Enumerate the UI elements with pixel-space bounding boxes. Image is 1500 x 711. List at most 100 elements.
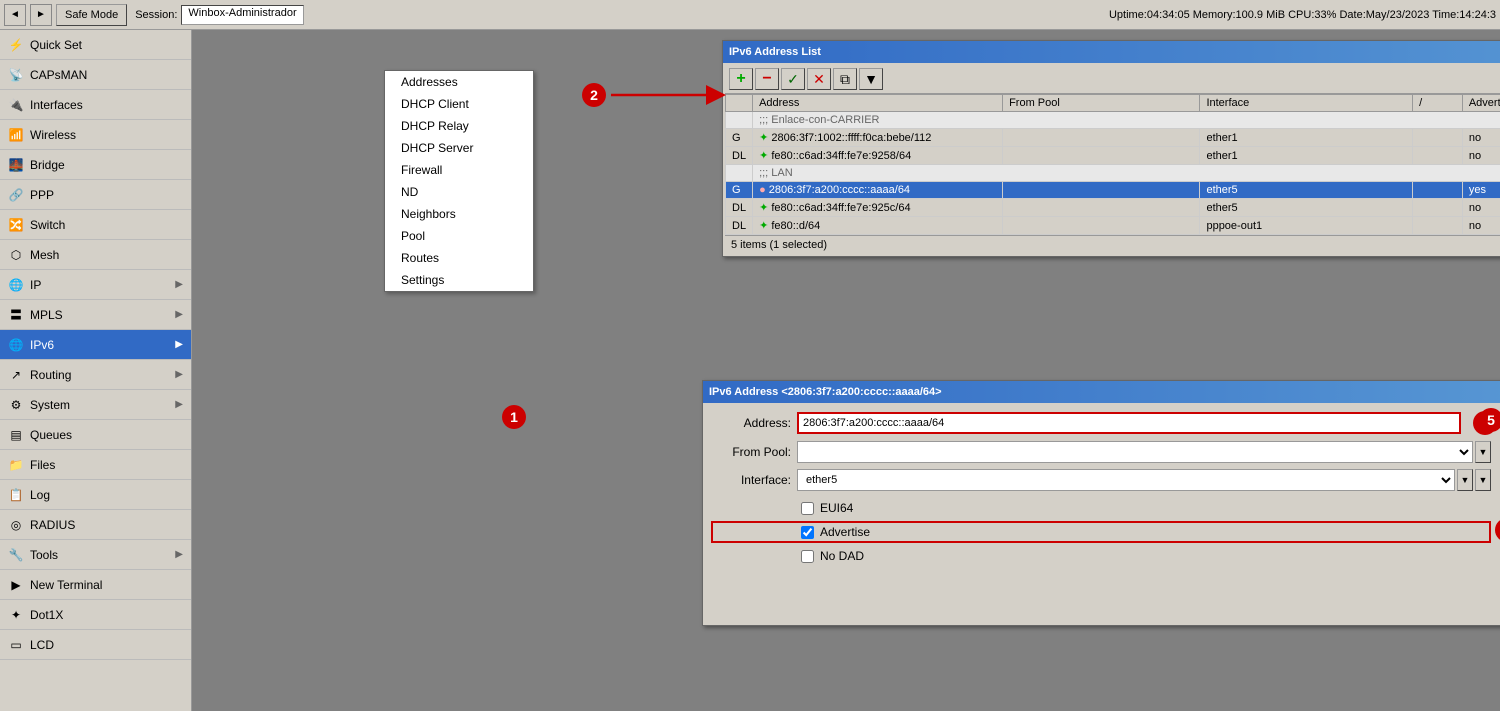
- from-pool-row: From Pool: ▼: [711, 441, 1491, 463]
- sidebar-label-lcd: LCD: [30, 638, 54, 652]
- ppp-icon: 🔗: [8, 187, 24, 203]
- col-header-address: Address: [753, 95, 1003, 112]
- eui64-row: EUI64: [711, 501, 1491, 515]
- slash-cell: [1413, 217, 1463, 235]
- interface-cell: ether1: [1200, 129, 1413, 147]
- sidebar-item-interfaces[interactable]: 🔌 Interfaces: [0, 90, 191, 120]
- col-header-advertise: Advertise: [1462, 95, 1500, 112]
- address-dialog-content: Address: 3 From Pool:: [703, 403, 1500, 625]
- safe-mode-button[interactable]: Safe Mode: [56, 4, 127, 26]
- sidebar-label-interfaces: Interfaces: [30, 98, 83, 112]
- menu-item-dhcp-server[interactable]: DHCP Server: [385, 137, 533, 159]
- no-dad-checkbox[interactable]: [801, 550, 814, 563]
- sidebar-label-files: Files: [30, 458, 55, 472]
- sidebar-label-new-terminal: New Terminal: [30, 578, 102, 592]
- sidebar-item-switch[interactable]: 🔀 Switch: [0, 210, 191, 240]
- interface-select[interactable]: ether5: [797, 469, 1455, 491]
- comment-toolbar-button[interactable]: ⧉: [833, 68, 857, 90]
- address-cell: ✦ fe80::d/64: [753, 217, 1003, 235]
- sidebar-label-mpls: MPLS: [30, 308, 63, 322]
- wireless-icon: 📶: [8, 127, 24, 143]
- forward-button[interactable]: ►: [30, 4, 52, 26]
- tools-icon: 🔧: [8, 547, 24, 563]
- sidebar-label-ip: IP: [30, 278, 41, 292]
- menu-item-dhcp-client[interactable]: DHCP Client: [385, 93, 533, 115]
- quick-set-icon: ⚡: [8, 37, 24, 53]
- sidebar-label-log: Log: [30, 488, 50, 502]
- menu-item-dhcp-relay[interactable]: DHCP Relay: [385, 115, 533, 137]
- interface-select-wrapper: ether5 ▼ ▼: [797, 469, 1491, 491]
- sidebar-label-system: System: [30, 398, 70, 412]
- sidebar-item-bridge[interactable]: 🌉 Bridge: [0, 150, 191, 180]
- interface-detail-btn[interactable]: ▼: [1475, 469, 1491, 491]
- menu-item-firewall[interactable]: Firewall: [385, 159, 533, 181]
- lcd-icon: ▭: [8, 637, 24, 653]
- add-address-button[interactable]: +: [729, 68, 753, 90]
- advertise-cell: yes: [1462, 182, 1500, 199]
- capsman-icon: 📡: [8, 67, 24, 83]
- table-row[interactable]: G ✦ 2806:3f7:1002::ffff:f0ca:bebe/112 et…: [726, 129, 1500, 147]
- sidebar-item-ppp[interactable]: 🔗 PPP: [0, 180, 191, 210]
- ip-icon: 🌐: [8, 277, 24, 293]
- sidebar-item-routing[interactable]: ↗ Routing ▶: [0, 360, 191, 390]
- filter-button[interactable]: ▼: [859, 68, 883, 90]
- system-arrow-icon: ▶: [175, 399, 183, 410]
- table-row[interactable]: DL ✦ fe80::d/64 pppoe-out1 no: [726, 217, 1500, 235]
- slash-cell: [1413, 147, 1463, 165]
- from-pool-select[interactable]: [797, 441, 1473, 463]
- interface-dropdown-btn[interactable]: ▼: [1457, 469, 1473, 491]
- files-icon: 📁: [8, 457, 24, 473]
- sidebar-item-dot1x[interactable]: ✦ Dot1X: [0, 600, 191, 630]
- table-row[interactable]: DL ✦ fe80::c6ad:34ff:fe7e:9258/64 ether1…: [726, 147, 1500, 165]
- table-row: ;;; Enlace-con-CARRIER: [726, 112, 1500, 129]
- sidebar-item-radius[interactable]: ◎ RADIUS: [0, 510, 191, 540]
- remove-address-button[interactable]: −: [755, 68, 779, 90]
- sidebar-item-ip[interactable]: 🌐 IP ▶: [0, 270, 191, 300]
- advertise-label: Advertise: [820, 525, 870, 539]
- advertise-checkbox[interactable]: [801, 526, 814, 539]
- sidebar-item-quick-set[interactable]: ⚡ Quick Set: [0, 30, 191, 60]
- sidebar-item-new-terminal[interactable]: ▶ New Terminal: [0, 570, 191, 600]
- sidebar-item-capsman[interactable]: 📡 CAPsMAN: [0, 60, 191, 90]
- menu-item-addresses[interactable]: Addresses: [385, 71, 533, 93]
- flag-cell: [726, 112, 753, 129]
- system-icon: ⚙: [8, 397, 24, 413]
- advertise-cell: no: [1462, 129, 1500, 147]
- pool-cell: [1003, 182, 1200, 199]
- col-header-interface: Interface: [1200, 95, 1413, 112]
- menu-item-routes[interactable]: Routes: [385, 247, 533, 269]
- eui64-checkbox[interactable]: [801, 502, 814, 515]
- disable-button[interactable]: ✕: [807, 68, 831, 90]
- back-button[interactable]: ◄: [4, 4, 26, 26]
- enable-button[interactable]: ✓: [781, 68, 805, 90]
- sidebar-item-files[interactable]: 📁 Files: [0, 450, 191, 480]
- sidebar-item-system[interactable]: ⚙ System ▶: [0, 390, 191, 420]
- sidebar-item-log[interactable]: 📋 Log: [0, 480, 191, 510]
- sidebar-item-wireless[interactable]: 📶 Wireless: [0, 120, 191, 150]
- sidebar-item-mpls[interactable]: 〓 MPLS ▶: [0, 300, 191, 330]
- from-pool-dropdown-btn[interactable]: ▼: [1475, 441, 1491, 463]
- sidebar-item-tools[interactable]: 🔧 Tools ▶: [0, 540, 191, 570]
- eui64-label: EUI64: [820, 501, 853, 515]
- address-input[interactable]: [797, 412, 1461, 434]
- menu-item-neighbors[interactable]: Neighbors: [385, 203, 533, 225]
- flag-cell: G: [726, 182, 753, 199]
- sidebar-item-mesh[interactable]: ⬡ Mesh: [0, 240, 191, 270]
- session-value: Winbox-Administrador: [181, 5, 303, 25]
- table-row[interactable]: DL ✦ fe80::c6ad:34ff:fe7e:925c/64 ether5…: [726, 199, 1500, 217]
- slash-cell: [1413, 129, 1463, 147]
- ipv6-arrow-icon: ▶: [175, 339, 183, 350]
- sidebar-item-ipv6[interactable]: 🌐 IPv6 ▶: [0, 330, 191, 360]
- table-row[interactable]: G ● 2806:3f7:a200:cccc::aaaa/64 ether5 y…: [726, 182, 1500, 199]
- sidebar-label-radius: RADIUS: [30, 518, 75, 532]
- slash-cell: [1413, 182, 1463, 199]
- menu-item-pool[interactable]: Pool: [385, 225, 533, 247]
- menu-item-nd[interactable]: ND: [385, 181, 533, 203]
- address-list-titlebar[interactable]: IPv6 Address List _ □ ✕: [723, 41, 1500, 63]
- sidebar-item-lcd[interactable]: ▭ LCD: [0, 630, 191, 660]
- address-dialog-title: IPv6 Address <2806:3f7:a200:cccc::aaaa/6…: [709, 386, 942, 398]
- menu-item-settings[interactable]: Settings: [385, 269, 533, 291]
- mpls-arrow-icon: ▶: [175, 309, 183, 320]
- sidebar-item-queues[interactable]: ▤ Queues: [0, 420, 191, 450]
- address-dialog-titlebar[interactable]: IPv6 Address <2806:3f7:a200:cccc::aaaa/6…: [703, 381, 1500, 403]
